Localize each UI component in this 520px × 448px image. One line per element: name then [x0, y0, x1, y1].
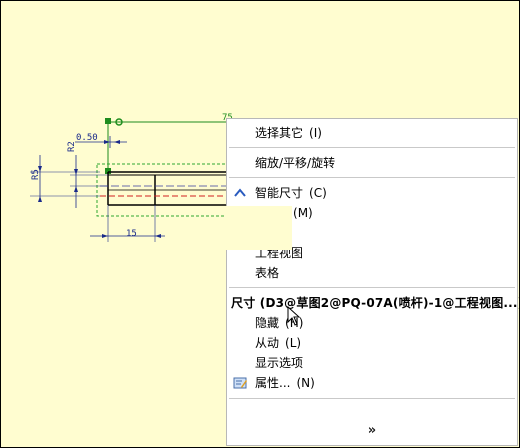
- menu-item-driven[interactable]: 从动 (L): [227, 333, 517, 353]
- dim-vertical-1-text: R2: [67, 141, 77, 152]
- menu-section-title: 尺寸 (D3@草图2@PQ-07A(喷杆)-1@工程视图...): [231, 296, 520, 310]
- menu-expand-chevron[interactable]: »: [227, 421, 517, 441]
- menu-separator: [229, 398, 515, 399]
- menu-separator: [229, 287, 515, 288]
- menu-item-display-options[interactable]: 显示选项: [227, 353, 517, 373]
- dim-small-text: 0.50: [76, 133, 98, 143]
- menu-item-table[interactable]: 表格: [227, 263, 517, 283]
- menu-item-hide[interactable]: 隐藏(H): [227, 313, 517, 333]
- menu-item-select-other[interactable]: 选择其它 (I): [227, 123, 517, 143]
- context-menu: 选择其它(I) 缩放/平移/旋转 智能尺寸(C) 寸(M) ) 工程视图 表格 …: [226, 118, 520, 446]
- dim-bottom-text: 15: [126, 229, 137, 239]
- menu-separator: [229, 177, 515, 178]
- mouse-cursor-icon: [287, 306, 301, 326]
- canvas-overlay-patch: [226, 206, 292, 250]
- dim-vertical-2-text: R5: [31, 169, 41, 180]
- menu-item-properties[interactable]: 属性... (N): [227, 373, 517, 393]
- properties-icon: [233, 377, 247, 389]
- menu-separator: [229, 147, 515, 148]
- menu-item-zoom-pan-rotate[interactable]: 缩放/平移/旋转: [227, 153, 517, 173]
- menu-item-smart-dimension[interactable]: 智能尺寸 (C): [227, 183, 517, 203]
- smart-dimension-icon: [234, 188, 246, 197]
